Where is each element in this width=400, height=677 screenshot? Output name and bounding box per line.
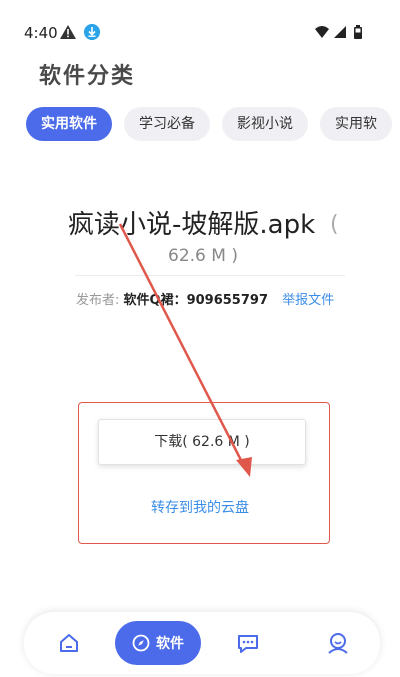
file-name: 疯读小说-坡解版.apk (68, 210, 316, 240)
warning-icon (60, 25, 76, 39)
nav-software-label: 软件 (156, 636, 184, 652)
tab-practical-software[interactable]: 实用软件 (26, 107, 112, 141)
signal-icon (334, 26, 346, 38)
category-tabs: 实用软件 学习必备 影视小说 实用软 (26, 107, 400, 141)
bottom-nav: 软件 (24, 612, 380, 674)
file-size: 62.6 M ) (168, 246, 238, 266)
divider (75, 275, 345, 276)
publisher-row: 发布者: 软件Q裙：909655797 举报文件 (76, 289, 334, 308)
save-to-cloud-link[interactable]: 转存到我的云盘 (0, 497, 400, 517)
nav-software-button[interactable]: 软件 (115, 621, 201, 665)
publisher-label: 发布者: (76, 293, 120, 308)
tab-study[interactable]: 学习必备 (124, 107, 210, 141)
download-button[interactable]: 下载( 62.6 M ) (98, 419, 306, 465)
annotation-arrow (118, 223, 252, 477)
download-icon (84, 24, 100, 40)
report-file-link[interactable]: 举报文件 (282, 293, 334, 308)
chat-icon[interactable] (231, 626, 265, 660)
profile-icon[interactable] (321, 626, 355, 660)
status-bar: 4:40 (0, 0, 400, 66)
battery-icon (354, 25, 362, 39)
home-icon[interactable] (52, 626, 86, 660)
status-time: 4:40 (24, 24, 58, 42)
file-size-paren: ( (330, 212, 339, 237)
publisher-name: 软件Q裙：909655797 (123, 293, 268, 308)
compass-icon (132, 634, 150, 652)
page-title: 软件分类 (39, 64, 136, 89)
wifi-icon (315, 26, 329, 38)
tab-practical-more[interactable]: 实用软 (320, 107, 392, 141)
tab-video-novel[interactable]: 影视小说 (222, 107, 308, 141)
system-status-icons (315, 25, 362, 39)
